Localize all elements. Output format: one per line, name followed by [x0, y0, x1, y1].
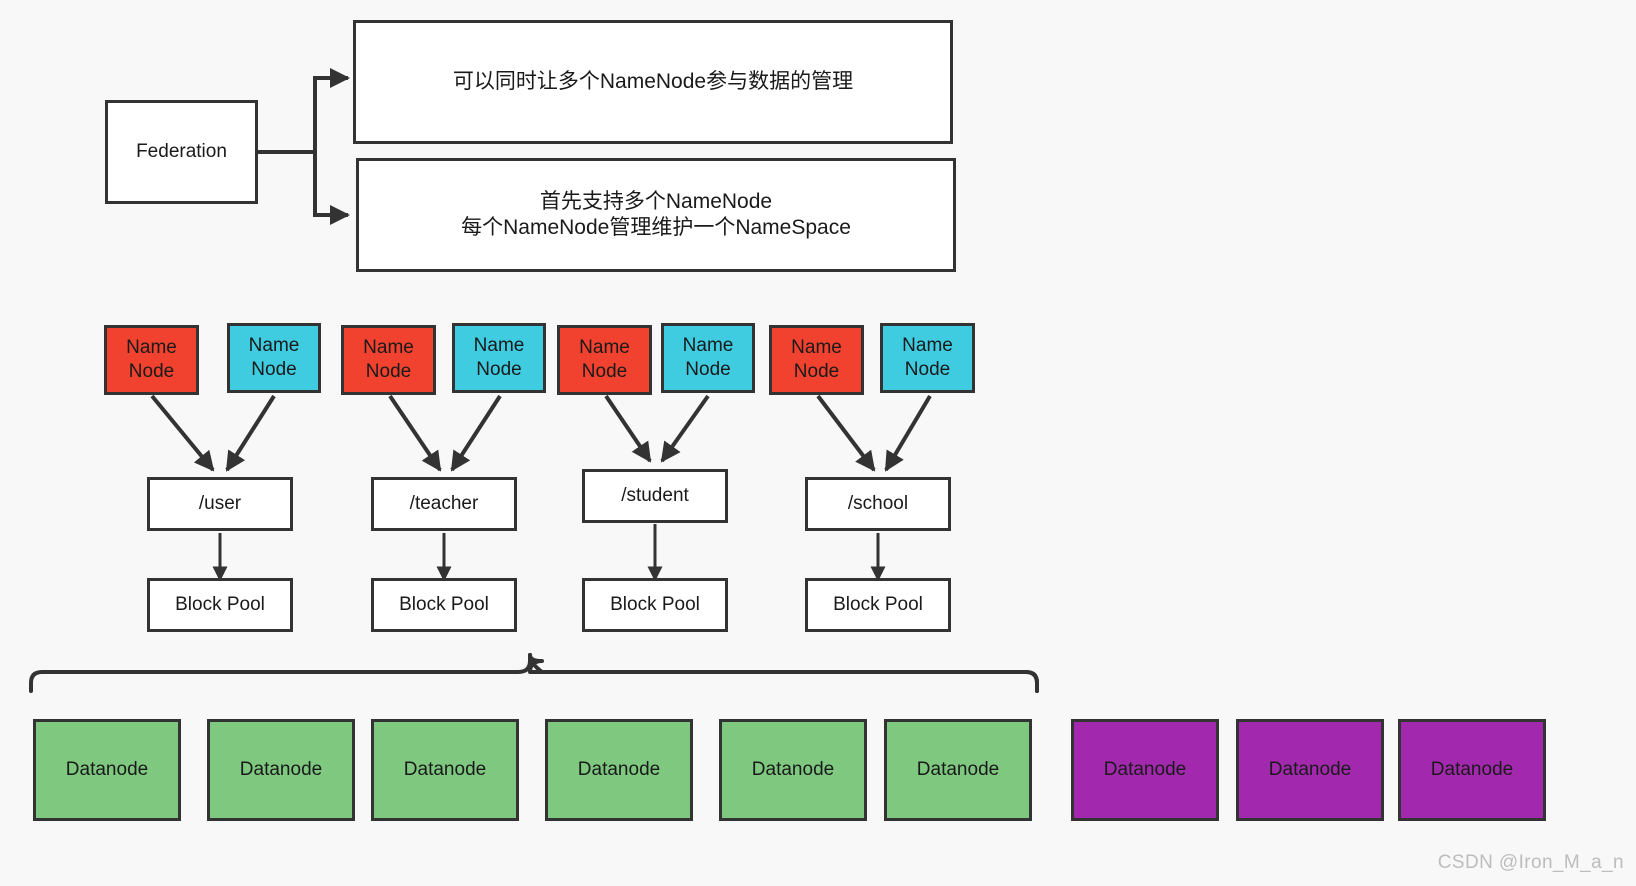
info-box-2-label: 首先支持多个NameNode 每个NameNode管理维护一个NameSpace	[461, 189, 851, 239]
namenode-box-3[interactable]: Name Node	[341, 325, 436, 395]
block-pool-box-2-label: Block Pool	[399, 594, 489, 616]
datanode-purple-1-label: Datanode	[1103, 759, 1187, 781]
watermark-label: CSDN @Iron_M_a_n	[1437, 852, 1624, 873]
block-pool-box-1-label: Block Pool	[175, 594, 265, 616]
diagram-canvas: Federation 可以同时让多个NameNode参与数据的管理 首先支持多个…	[0, 0, 1636, 886]
datanode-green-5-label: Datanode	[751, 759, 835, 781]
datanode-green-1-label: Datanode	[65, 759, 149, 781]
datanode-green-6[interactable]: Datanode	[884, 719, 1032, 821]
namenode-box-5-label: Name Node	[579, 337, 630, 382]
datanode-green-3-label: Datanode	[403, 759, 487, 781]
namespace-box-teacher-label: /teacher	[409, 493, 479, 515]
namespace-box-student-label: /student	[621, 485, 689, 507]
block-pool-box-1[interactable]: Block Pool	[147, 578, 293, 632]
info-box-1[interactable]: 可以同时让多个NameNode参与数据的管理	[353, 20, 953, 144]
datanode-green-2-label: Datanode	[239, 759, 323, 781]
datanode-green-3[interactable]: Datanode	[371, 719, 519, 821]
federation-label: Federation	[136, 141, 227, 163]
datanode-green-4[interactable]: Datanode	[545, 719, 693, 821]
datanode-purple-2[interactable]: Datanode	[1236, 719, 1384, 821]
datanode-green-1[interactable]: Datanode	[33, 719, 181, 821]
block-pool-box-3-label: Block Pool	[610, 594, 700, 616]
federation-box[interactable]: Federation	[105, 100, 258, 204]
datanode-green-4-label: Datanode	[577, 759, 661, 781]
federation-branch-connectors	[258, 68, 350, 225]
namenode-to-namespace-arrows	[150, 394, 932, 472]
namespace-box-school-label: /school	[847, 493, 909, 515]
namenode-box-2-label: Name Node	[248, 335, 300, 380]
datanode-purple-2-label: Datanode	[1268, 759, 1352, 781]
namespace-box-student[interactable]: /student	[582, 469, 728, 523]
namenode-box-8[interactable]: Name Node	[880, 323, 975, 393]
block-pool-box-4-label: Block Pool	[833, 594, 923, 616]
namenode-box-6-label: Name Node	[682, 335, 734, 380]
namenode-box-8-label: Name Node	[902, 335, 953, 380]
namenode-box-4[interactable]: Name Node	[452, 323, 546, 393]
namenode-box-6[interactable]: Name Node	[661, 323, 755, 393]
info-box-1-label: 可以同时让多个NameNode参与数据的管理	[452, 69, 854, 93]
block-pool-box-4[interactable]: Block Pool	[805, 578, 951, 632]
namenode-box-7-label: Name Node	[791, 337, 842, 382]
datanode-purple-3-label: Datanode	[1430, 759, 1514, 781]
datanode-green-6-label: Datanode	[916, 759, 1000, 781]
namespace-box-teacher[interactable]: /teacher	[371, 477, 517, 531]
namespace-to-blockpool-arrows	[212, 524, 886, 582]
block-pool-box-2[interactable]: Block Pool	[371, 578, 517, 632]
namespace-box-user[interactable]: /user	[147, 477, 293, 531]
namespace-box-user-label: /user	[198, 493, 242, 515]
namenode-box-7[interactable]: Name Node	[769, 325, 864, 395]
namenode-box-1-label: Name Node	[126, 337, 177, 382]
namenode-box-1[interactable]: Name Node	[104, 325, 199, 395]
block-pool-group-brace	[29, 653, 1039, 693]
block-pool-box-3[interactable]: Block Pool	[582, 578, 728, 632]
datanode-green-2[interactable]: Datanode	[207, 719, 355, 821]
namenode-box-3-label: Name Node	[363, 337, 414, 382]
namenode-box-4-label: Name Node	[473, 335, 525, 380]
namespace-box-school[interactable]: /school	[805, 477, 951, 531]
datanode-purple-3[interactable]: Datanode	[1398, 719, 1546, 821]
namenode-box-2[interactable]: Name Node	[227, 323, 321, 393]
datanode-green-5[interactable]: Datanode	[719, 719, 867, 821]
info-box-2[interactable]: 首先支持多个NameNode 每个NameNode管理维护一个NameSpace	[356, 158, 956, 272]
namenode-box-5[interactable]: Name Node	[557, 325, 652, 395]
datanode-purple-1[interactable]: Datanode	[1071, 719, 1219, 821]
